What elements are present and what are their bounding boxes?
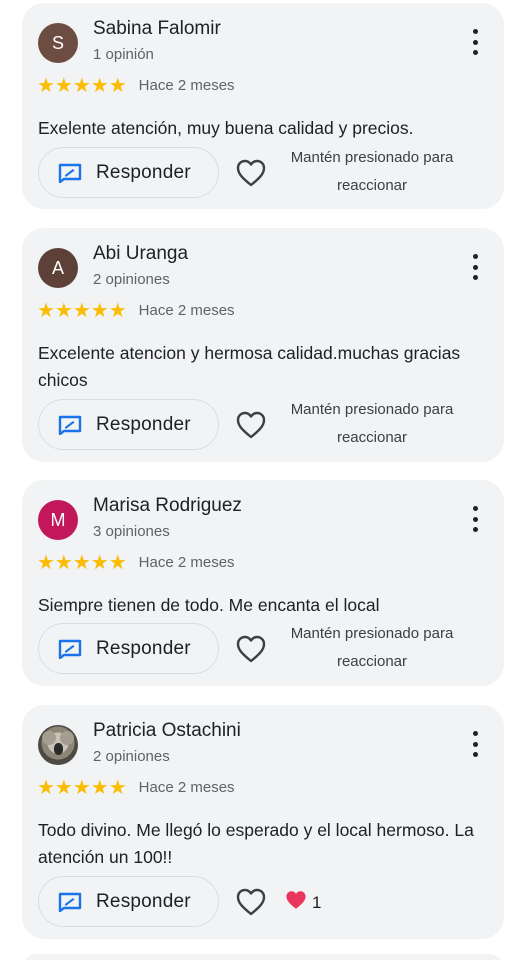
reply-icon — [58, 892, 82, 912]
avatar[interactable]: M — [38, 500, 78, 540]
reviewer-name[interactable]: Sabina Falomir — [93, 18, 221, 40]
heart-icon[interactable] — [235, 410, 267, 440]
review-card: M Marisa Rodriguez 3 opiniones ★★★★★ Hac… — [22, 480, 504, 686]
more-options-icon[interactable] — [472, 506, 478, 532]
reply-icon — [58, 639, 82, 659]
reviewer-name[interactable]: Abi Uranga — [93, 243, 188, 265]
reply-button[interactable]: Responder — [38, 147, 219, 198]
reply-button[interactable]: Responder — [38, 876, 219, 927]
heart-icon[interactable] — [235, 158, 267, 188]
more-options-icon[interactable] — [472, 254, 478, 280]
next-review-card — [22, 954, 504, 960]
reply-label: Responder — [96, 413, 191, 435]
reviewer-name[interactable]: Patricia Ostachini — [93, 720, 241, 742]
review-text: Siempre tienen de todo. Me encanta el lo… — [38, 595, 380, 615]
hold-to-react-hint: Mantén presionado para reaccionar — [290, 401, 454, 446]
red-heart-icon — [284, 889, 308, 916]
review-card: S Sabina Falomir 1 opinión ★★★★★ Hace 2 … — [22, 3, 504, 209]
heart-icon[interactable] — [235, 887, 267, 917]
review-date: Hace 2 meses — [138, 76, 235, 94]
review-text: Exelente atención, muy buena calidad y p… — [38, 118, 414, 138]
review-text: Todo divino. Me llegó lo esperado y el l… — [38, 820, 474, 867]
reply-button[interactable]: Responder — [38, 623, 219, 674]
reaction-summary[interactable]: 1 — [284, 889, 321, 916]
reviewer-name[interactable]: Marisa Rodriguez — [93, 495, 242, 517]
more-options-icon[interactable] — [472, 731, 478, 757]
star-rating: ★★★★★ Hace 2 meses — [37, 300, 235, 320]
avatar-initial: A — [51, 257, 64, 278]
avatar[interactable]: S — [38, 23, 78, 63]
stars-icon: ★★★★★ — [37, 73, 127, 97]
review-card: Patricia Ostachini 2 opiniones ★★★★★ Hac… — [22, 705, 504, 939]
star-rating: ★★★★★ Hace 2 meses — [37, 552, 235, 572]
review-date: Hace 2 meses — [138, 301, 235, 319]
review-count: 1 opinión — [93, 46, 154, 63]
reply-label: Responder — [96, 890, 191, 912]
star-rating: ★★★★★ Hace 2 meses — [37, 777, 235, 797]
review-card: A Abi Uranga 2 opiniones ★★★★★ Hace 2 me… — [22, 228, 504, 462]
avatar[interactable]: A — [38, 248, 78, 288]
review-count: 2 opiniones — [93, 748, 170, 765]
more-options-icon[interactable] — [472, 29, 478, 55]
review-count: 2 opiniones — [93, 271, 170, 288]
reply-icon — [58, 415, 82, 435]
review-count: 3 opiniones — [93, 523, 170, 540]
avatar[interactable] — [38, 725, 78, 765]
review-date: Hace 2 meses — [138, 553, 235, 571]
hold-to-react-hint: Mantén presionado para reaccionar — [290, 625, 454, 670]
review-date: Hace 2 meses — [138, 778, 235, 796]
stars-icon: ★★★★★ — [37, 775, 127, 799]
reply-button[interactable]: Responder — [38, 399, 219, 450]
reply-label: Responder — [96, 637, 191, 659]
heart-icon[interactable] — [235, 634, 267, 664]
reaction-count: 1 — [312, 892, 322, 912]
stars-icon: ★★★★★ — [37, 550, 127, 574]
reply-icon — [58, 163, 82, 183]
star-rating: ★★★★★ Hace 2 meses — [37, 75, 235, 95]
reply-label: Responder — [96, 161, 191, 183]
hold-to-react-hint: Mantén presionado para reaccionar — [290, 149, 454, 194]
stars-icon: ★★★★★ — [37, 298, 127, 322]
review-text: Excelente atencion y hermosa calidad.muc… — [38, 343, 461, 390]
avatar-initial: S — [51, 32, 64, 53]
avatar-initial: M — [50, 509, 66, 530]
